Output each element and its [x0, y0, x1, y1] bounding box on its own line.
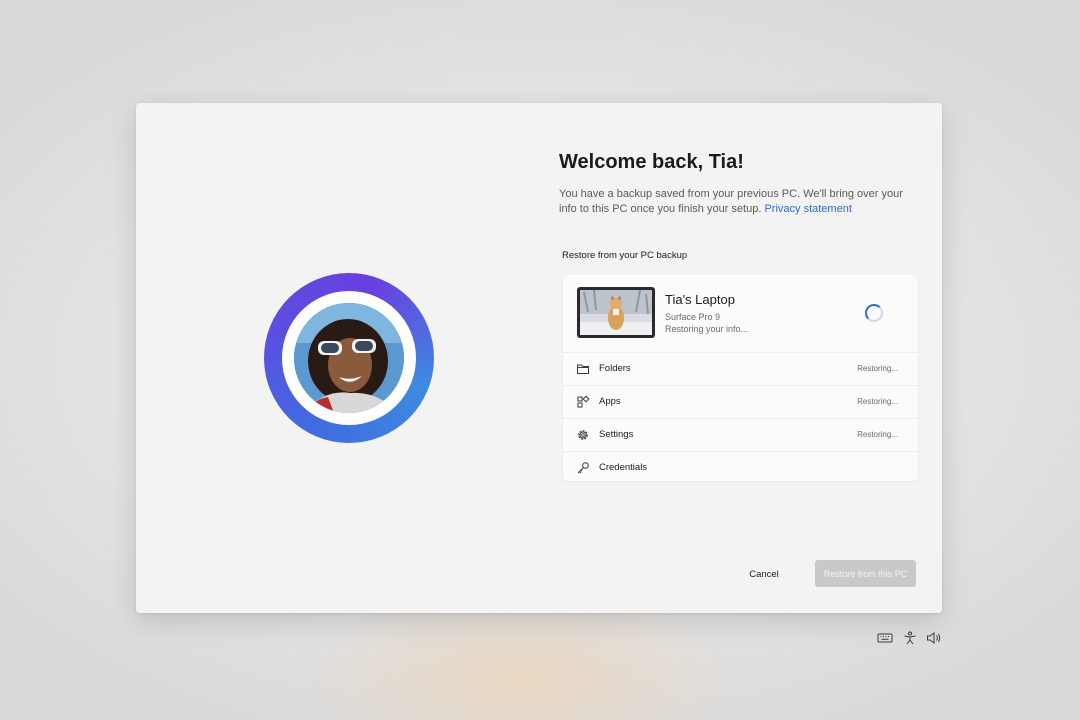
key-icon [577, 462, 589, 474]
item-status: Restoring... [857, 397, 898, 406]
progress-spinner-icon [865, 304, 883, 322]
list-item-credentials: Credentials [563, 452, 918, 484]
backup-card: Tia's Laptop Surface Pro 9 Restoring you… [563, 275, 918, 481]
restore-from-this-pc-button[interactable]: Restore from this PC [815, 560, 916, 587]
accessibility-icon[interactable] [902, 631, 918, 645]
item-label: Settings [599, 429, 634, 440]
user-avatar [264, 273, 434, 443]
item-label: Folders [599, 363, 631, 374]
device-model: Surface Pro 9 [665, 312, 721, 322]
privacy-statement-link[interactable]: Privacy statement [764, 203, 851, 215]
keyboard-icon[interactable] [877, 631, 893, 645]
device-row: Tia's Laptop Surface Pro 9 Restoring you… [563, 275, 918, 353]
cancel-button[interactable]: Cancel [736, 563, 792, 585]
section-label: Restore from your PC backup [562, 250, 688, 261]
setup-dialog: Welcome back, Tia! You have a backup sav… [136, 103, 942, 613]
device-status: Restoring your info... [665, 324, 749, 334]
page-description: You have a backup saved from your previo… [559, 187, 909, 217]
item-status: Restoring... [857, 430, 898, 439]
item-label: Apps [599, 396, 621, 407]
list-item-settings: Settings Restoring... [563, 419, 918, 452]
list-item-apps: Apps Restoring... [563, 386, 918, 419]
apps-icon [577, 395, 590, 408]
avatar-photo [294, 303, 404, 413]
device-thumbnail [577, 287, 655, 338]
volume-icon[interactable] [926, 631, 942, 645]
item-status: Restoring... [857, 364, 898, 373]
device-name: Tia's Laptop [665, 292, 735, 307]
list-item-folders: Folders Restoring... [563, 353, 918, 386]
folder-icon [577, 364, 589, 374]
gear-icon [578, 430, 588, 440]
page-title: Welcome back, Tia! [559, 151, 744, 173]
item-label: Credentials [599, 462, 648, 473]
